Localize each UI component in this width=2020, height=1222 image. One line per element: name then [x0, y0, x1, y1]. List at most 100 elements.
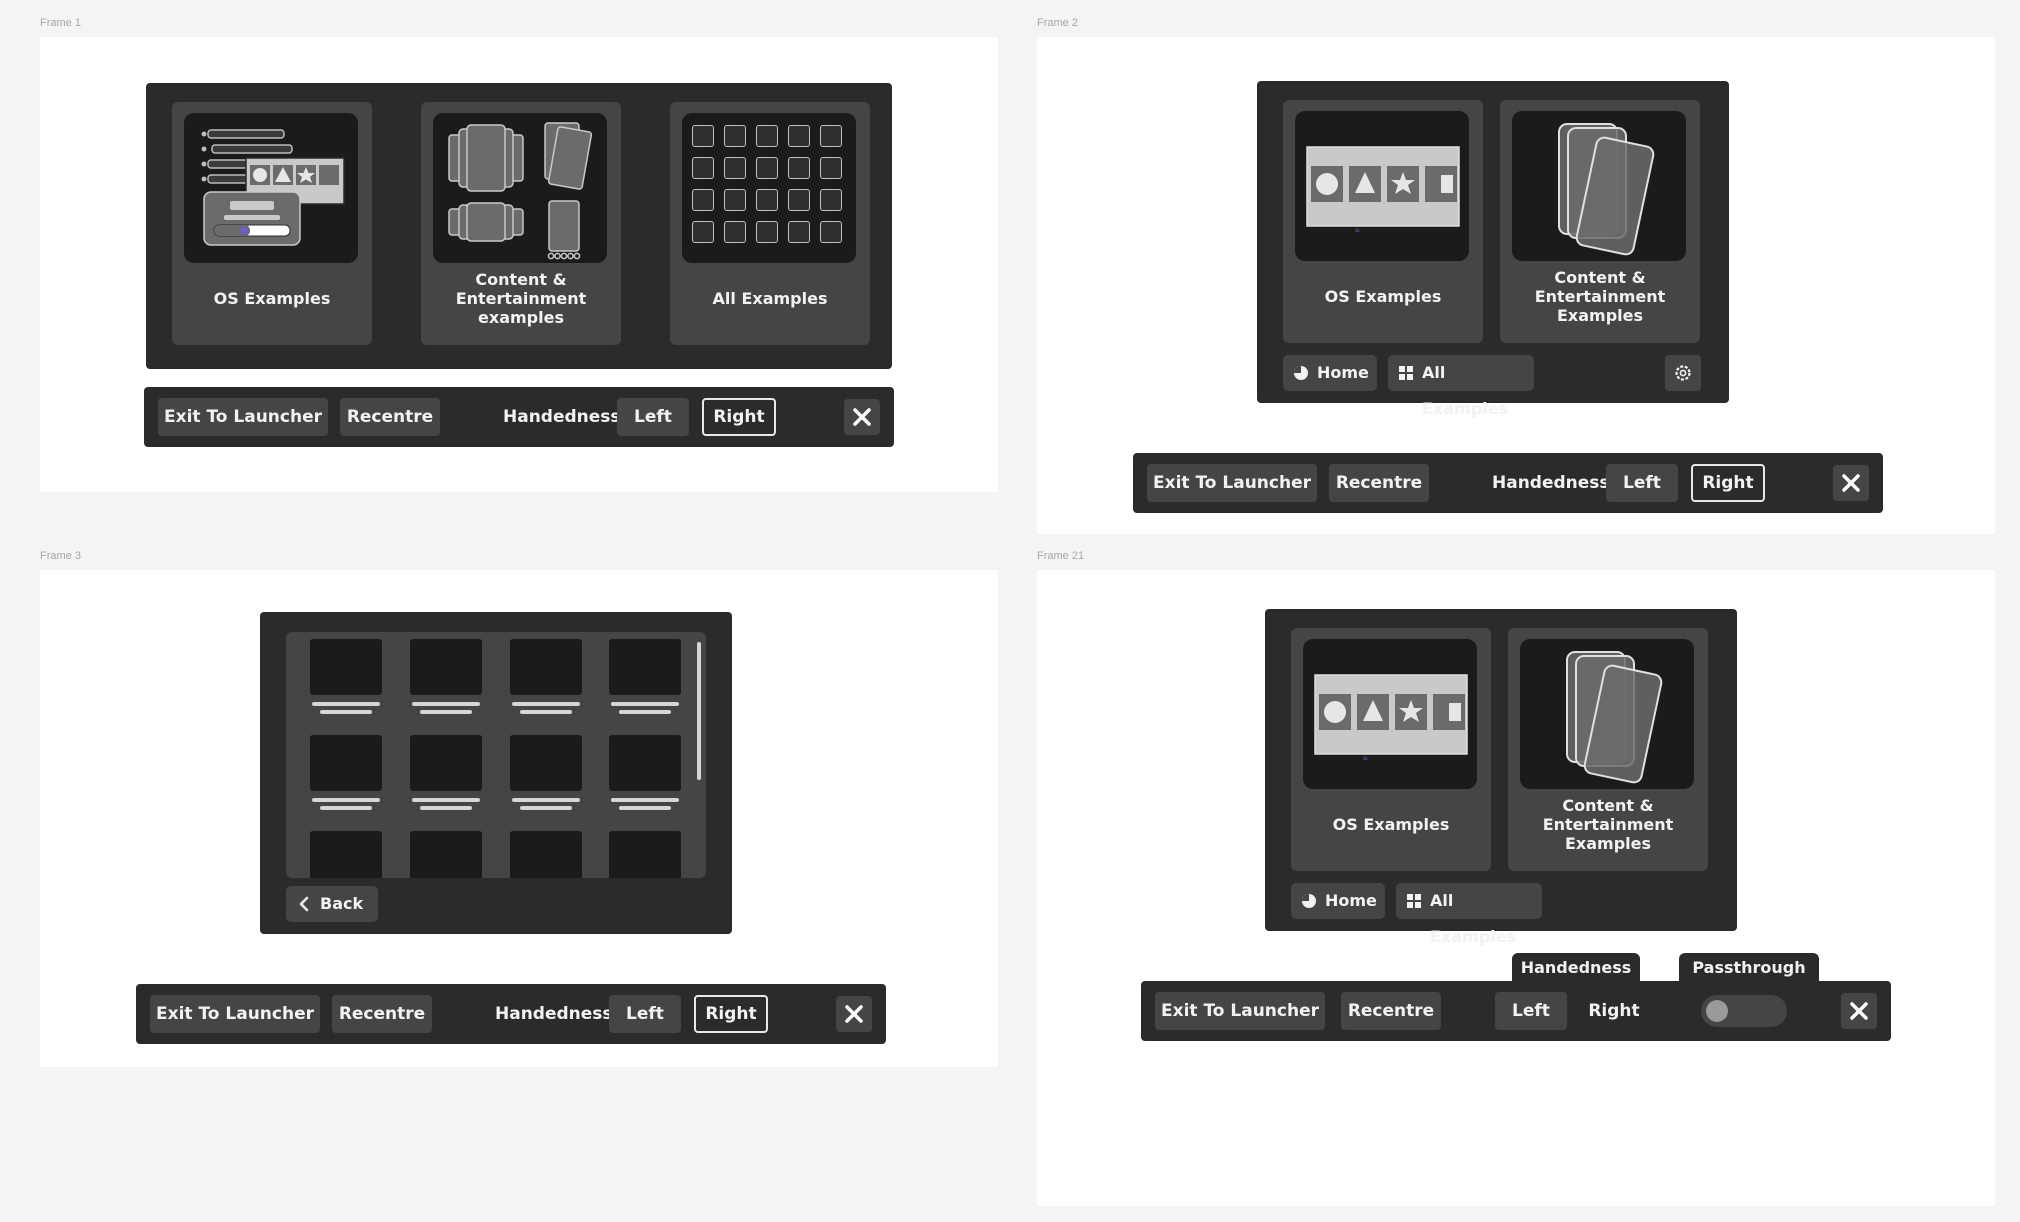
handedness-right-button[interactable]: Right	[1691, 464, 1765, 502]
grid-square	[788, 189, 810, 211]
grid-square	[692, 189, 714, 211]
passthrough-toggle[interactable]	[1701, 995, 1787, 1027]
all-examples-label: All Examples	[1422, 363, 1509, 418]
launcher-panel-compact: ⌗ OS Examples Content & Entertainment Ex…	[1257, 81, 1729, 418]
all-examples-button[interactable]: All Examples	[1388, 355, 1534, 418]
settings-button[interactable]	[1665, 355, 1701, 391]
bottom-toolbar: Exit To Launcher Recentre Handedness: Le…	[1133, 453, 1883, 513]
all-examples-thumbnail	[682, 113, 856, 263]
os-examples-label: OS Examples	[1324, 287, 1442, 306]
frame-1-label: Frame 1	[40, 17, 81, 29]
tile-title-placeholder	[512, 798, 580, 802]
handedness-right-button[interactable]: Right	[694, 995, 768, 1033]
home-label: Home	[1317, 363, 1369, 382]
os-illustration	[201, 129, 345, 246]
grid-square	[820, 157, 842, 179]
grid-square	[724, 157, 746, 179]
grid-square	[756, 125, 778, 147]
example-tile[interactable]	[510, 639, 582, 695]
home-icon	[1302, 894, 1316, 908]
content-examples-label: Content & Entertainment Examples	[1542, 796, 1674, 853]
recentre-button[interactable]: Recentre	[340, 398, 440, 436]
example-tile[interactable]	[310, 831, 382, 878]
bottom-toolbar: Exit To Launcher Recentre Left Right	[1141, 981, 1891, 1041]
all-examples-card[interactable]: All Examples	[670, 102, 870, 345]
os-examples-card[interactable]: OS Examples	[172, 102, 372, 345]
svg-text:⌗: ⌗	[1355, 226, 1360, 235]
close-button[interactable]	[844, 399, 880, 435]
frame-2: ⌗ OS Examples Content & Entertainment Ex…	[1037, 37, 1995, 534]
example-tile[interactable]	[310, 639, 382, 695]
close-button[interactable]	[1833, 465, 1869, 501]
content-examples-thumbnail	[433, 113, 607, 263]
handedness-left-button[interactable]: Left	[617, 398, 689, 436]
tile-subtitle-placeholder	[420, 806, 472, 810]
example-tile[interactable]	[410, 735, 482, 791]
exit-to-launcher-button[interactable]: Exit To Launcher	[150, 995, 320, 1033]
recentre-button[interactable]: Recentre	[1341, 992, 1441, 1030]
content-examples-card[interactable]: Content & Entertainment Examples	[1500, 100, 1700, 343]
exit-to-launcher-button[interactable]: Exit To Launcher	[1155, 992, 1325, 1030]
all-examples-button[interactable]: All Examples	[1396, 883, 1542, 946]
tile-title-placeholder	[512, 702, 580, 706]
example-tile[interactable]	[310, 735, 382, 791]
tile-subtitle-placeholder	[619, 710, 671, 714]
back-label: Back	[320, 894, 364, 913]
grid-square	[692, 221, 714, 243]
grid-square	[788, 125, 810, 147]
content-examples-thumbnail	[1512, 111, 1686, 261]
grid-square	[788, 221, 810, 243]
handedness-left-button[interactable]: Left	[609, 995, 681, 1033]
example-tile[interactable]	[609, 831, 681, 878]
example-tile[interactable]	[510, 831, 582, 878]
exit-to-launcher-button[interactable]: Exit To Launcher	[1147, 464, 1317, 502]
passthrough-tab: Passthrough	[1679, 953, 1819, 983]
os-illustration-toolbar: ⌗	[1306, 146, 1460, 235]
close-icon	[1842, 474, 1860, 492]
grid-icon	[1407, 894, 1421, 908]
tile-subtitle-placeholder	[420, 710, 472, 714]
content-illustration	[448, 122, 593, 260]
example-tile[interactable]	[609, 639, 681, 695]
example-tile[interactable]	[410, 639, 482, 695]
tile-title-placeholder	[312, 702, 380, 706]
tile-title-placeholder	[412, 798, 480, 802]
cards-stack-illustration	[1558, 123, 1655, 256]
bottom-toolbar: Exit To Launcher Recentre Handedness: Le…	[136, 984, 886, 1044]
scrollbar-thumb[interactable]	[697, 642, 701, 780]
back-button[interactable]: Back	[286, 886, 378, 922]
close-icon	[845, 1005, 863, 1023]
home-button[interactable]: Home	[1291, 883, 1385, 919]
handedness-label: Handedness:	[503, 407, 628, 427]
frame-1: OS Examples Content & Entertainment exam…	[40, 37, 998, 492]
example-tile[interactable]	[510, 735, 582, 791]
recentre-button[interactable]: Recentre	[332, 995, 432, 1033]
example-tile[interactable]	[609, 735, 681, 791]
tile-subtitle-placeholder	[320, 806, 372, 810]
os-examples-card[interactable]: ⌗ OS Examples	[1291, 628, 1491, 871]
os-examples-card[interactable]: ⌗ OS Examples	[1283, 100, 1483, 343]
example-tile[interactable]	[410, 831, 482, 878]
close-button[interactable]	[1841, 993, 1877, 1029]
chevron-left-icon	[299, 896, 309, 912]
home-button[interactable]: Home	[1283, 355, 1377, 391]
handedness-left-button[interactable]: Left	[1495, 992, 1567, 1030]
examples-scroll-area[interactable]	[286, 632, 706, 878]
os-examples-thumbnail: ⌗	[1295, 111, 1469, 261]
handedness-left-button[interactable]: Left	[1606, 464, 1678, 502]
frame-21-label: Frame 21	[1037, 550, 1085, 562]
handedness-right-button[interactable]: Right	[1577, 992, 1651, 1030]
content-examples-card[interactable]: Content & Entertainment examples	[421, 102, 621, 345]
svg-text:⌗: ⌗	[1363, 754, 1368, 763]
handedness-right-button[interactable]: Right	[702, 398, 776, 436]
close-button[interactable]	[836, 996, 872, 1032]
exit-to-launcher-button[interactable]: Exit To Launcher	[158, 398, 328, 436]
home-label: Home	[1325, 891, 1377, 910]
os-illustration-toolbar: ⌗	[1314, 674, 1468, 763]
toggle-knob	[1706, 1000, 1728, 1022]
grid-square	[692, 157, 714, 179]
content-examples-card[interactable]: Content & Entertainment Examples	[1508, 628, 1708, 871]
recentre-button[interactable]: Recentre	[1329, 464, 1429, 502]
frame-3-label: Frame 3	[40, 550, 81, 562]
handedness-label: Handedness:	[1492, 473, 1617, 493]
